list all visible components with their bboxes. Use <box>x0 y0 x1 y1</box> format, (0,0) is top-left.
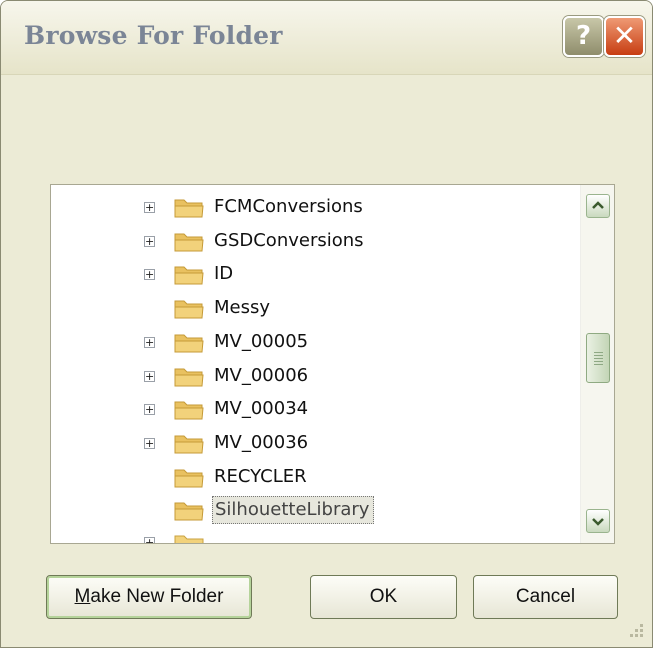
mnemonic-letter: M <box>74 586 91 607</box>
chevron-down-icon <box>592 518 604 526</box>
folder-label[interactable]: MV_00005 <box>214 331 308 352</box>
make-new-folder-label: ake New Folder <box>90 586 224 607</box>
grip-line <box>594 355 603 356</box>
ok-button[interactable]: OK <box>310 575 457 619</box>
scroll-thumb[interactable] <box>586 333 610 383</box>
folder-label[interactable]: MV_00006 <box>214 365 308 386</box>
folder-icon <box>174 435 204 454</box>
selected-folder-label[interactable]: SilhouetteLibrary <box>212 496 375 525</box>
folder-icon <box>174 502 204 521</box>
folder-label[interactable]: FCMConversions <box>214 196 363 217</box>
scroll-up-button[interactable] <box>586 194 610 218</box>
folder-label[interactable]: ID <box>214 263 233 284</box>
folder-icon <box>174 233 204 252</box>
grip-line <box>594 364 603 365</box>
expander-plus-icon[interactable]: + <box>144 370 155 382</box>
expander-plus-icon[interactable]: + <box>144 336 155 348</box>
expander-plus-icon[interactable]: + <box>144 537 155 543</box>
vertical-scrollbar[interactable] <box>580 185 614 543</box>
grip-line <box>594 352 603 353</box>
expander-plus-icon[interactable]: + <box>144 437 155 449</box>
tree-item[interactable]: + GSDConversions <box>51 224 581 258</box>
tree-item[interactable]: + MV_00006 <box>51 359 581 393</box>
folder-icon <box>174 300 204 319</box>
tree-item[interactable]: + MV_00034 <box>51 392 581 426</box>
tree-item[interactable]: + MV_00036 <box>51 426 581 460</box>
folder-tree-view[interactable]: + FCMConversions + GSDConversions + ID Messy + M… <box>50 184 615 544</box>
tree-item[interactable]: + FCMConversions <box>51 190 581 224</box>
tree-item[interactable]: + MV_00005 <box>51 325 581 359</box>
folder-icon <box>174 199 204 218</box>
folder-label[interactable]: GSDConversions <box>214 230 364 251</box>
expander-plus-icon[interactable]: + <box>144 202 155 213</box>
resize-grip-icon[interactable] <box>625 619 645 639</box>
grip-line <box>594 358 603 359</box>
folder-icon <box>174 334 204 353</box>
tree-item[interactable]: + ID <box>51 257 581 291</box>
browse-for-folder-dialog: Browse For Folder ? ✕ + FCMConversions + GS… <box>0 0 653 648</box>
chevron-up-icon <box>592 201 604 209</box>
folder-label[interactable]: RECYCLER <box>214 466 307 487</box>
folder-icon <box>174 368 204 386</box>
folder-icon <box>174 266 204 285</box>
scroll-down-button[interactable] <box>586 509 610 533</box>
expander-plus-icon[interactable]: + <box>144 404 155 416</box>
window-title: Browse For Folder <box>24 21 283 50</box>
close-button[interactable]: ✕ <box>604 16 645 57</box>
partial-tree-item: + <box>51 525 581 543</box>
expander-plus-icon[interactable]: + <box>144 269 155 281</box>
cancel-button[interactable]: Cancel <box>473 575 618 619</box>
folder-icon <box>174 535 204 543</box>
tree-item[interactable]: RECYCLER <box>51 460 581 494</box>
tree-item[interactable]: Messy <box>51 291 581 325</box>
folder-label[interactable]: MV_00034 <box>214 398 308 419</box>
title-bar[interactable]: Browse For Folder ? ✕ <box>1 1 652 75</box>
folder-icon <box>174 401 204 420</box>
folder-label[interactable]: MV_00036 <box>214 432 308 453</box>
make-new-folder-button[interactable]: Make New Folder <box>46 575 252 619</box>
folder-label[interactable]: Messy <box>214 297 270 318</box>
tree-item[interactable]: SilhouetteLibrary <box>51 493 581 527</box>
help-button[interactable]: ? <box>563 16 604 57</box>
folder-icon <box>174 469 204 488</box>
grip-line <box>594 361 603 362</box>
expander-plus-icon[interactable]: + <box>144 235 155 247</box>
